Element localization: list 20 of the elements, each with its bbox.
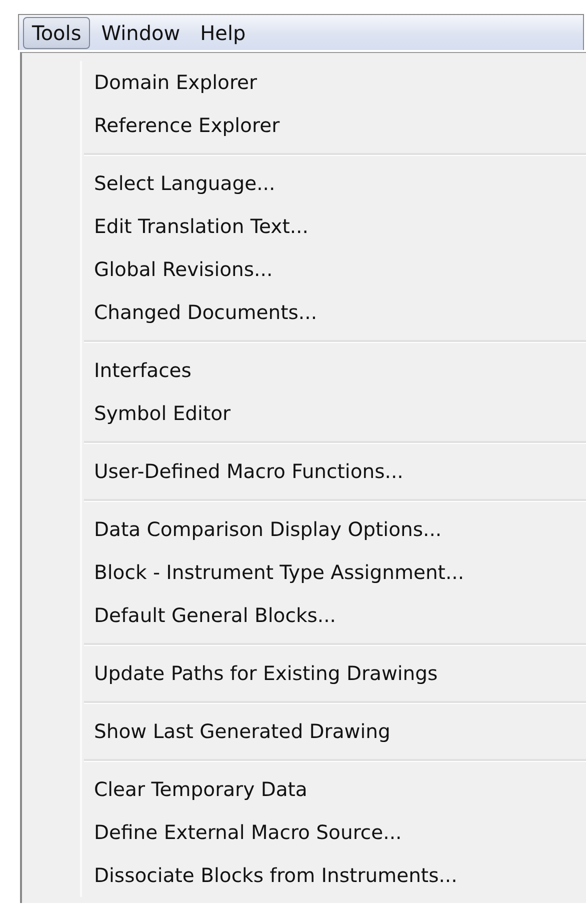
menu-item[interactable]: Interfaces [84,349,586,392]
menu-item[interactable]: Update Paths for Existing Drawings [84,652,586,695]
menu-item[interactable]: Global Revisions... [84,248,586,291]
menu-item[interactable]: User-Defined Macro Functions... [84,450,586,493]
menu-item[interactable]: Define External Macro Source... [84,811,586,854]
menu-item[interactable]: Domain Explorer [84,61,586,104]
menu-item[interactable]: Block - Instrument Type Assignment... [84,551,586,594]
menu-item[interactable]: Symbol Editor [84,392,586,435]
menu-item[interactable]: Dissociate Blocks from Instruments... [84,854,586,897]
menu-item[interactable]: Reference Explorer [84,104,586,147]
menu-item[interactable]: Clear Temporary Data [84,768,586,811]
menu-item[interactable]: Select Language... [84,162,586,205]
menu-title[interactable]: Window [92,16,190,48]
menu-item[interactable]: Data Comparison Display Options... [84,508,586,551]
menu-title[interactable]: Help [191,16,255,48]
menu-item[interactable]: Edit Translation Text... [84,205,586,248]
menu-item[interactable]: Show Last Generated Drawing [84,710,586,753]
menu-item[interactable]: Changed Documents... [84,291,586,334]
menu-title[interactable]: Tools [23,16,90,48]
menu-item[interactable]: Default General Blocks... [84,594,586,637]
